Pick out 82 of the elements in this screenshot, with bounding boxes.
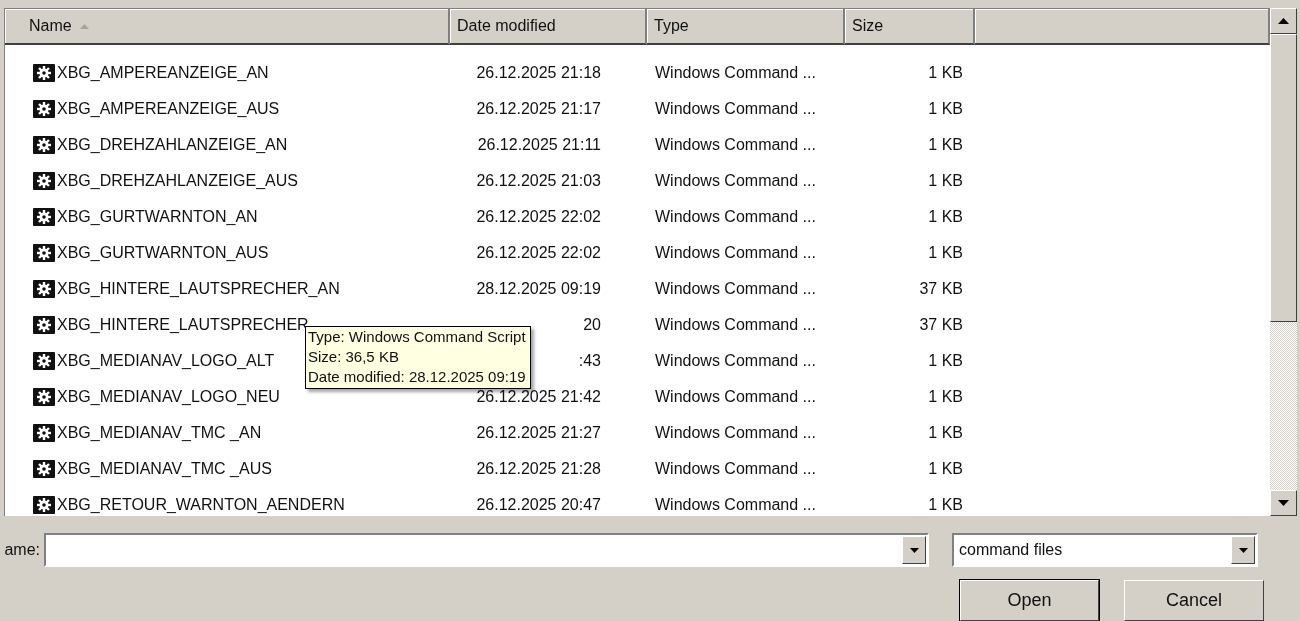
gear-icon	[33, 172, 55, 190]
sort-arrow-icon	[79, 23, 89, 29]
size-cell-text: 1 KB	[927, 208, 964, 226]
size-cell-text: 1 KB	[927, 424, 964, 442]
size-cell-text: 37 KB	[918, 316, 964, 334]
file-name[interactable]: XBG_MEDIANAV_LOGO_NEU	[5, 388, 450, 406]
gear-icon	[33, 316, 55, 334]
column-header[interactable]: Type	[647, 9, 845, 45]
date-cell-text: 26.12.2025 21:03	[475, 172, 602, 190]
date-cell-text: 26.12.2025 22:02	[475, 208, 602, 226]
date-cell-text: :43	[577, 352, 602, 370]
date-cell-text: 26.12.2025 20:47	[475, 496, 602, 514]
gear-icon	[33, 460, 55, 478]
gear-icon	[33, 244, 55, 262]
size-cell-text: 37 KB	[918, 280, 964, 298]
gear-icon	[33, 208, 55, 226]
down-arrow-icon	[1278, 500, 1289, 506]
caret-icon	[909, 547, 919, 553]
file-name[interactable]: XBG_AMPEREANZEIGE_AUS	[5, 100, 450, 118]
gear-icon	[33, 100, 55, 118]
open-button[interactable]: Open	[960, 580, 1099, 621]
scroll-up-button[interactable]	[1270, 8, 1297, 34]
column-header[interactable]: Size	[845, 9, 975, 45]
type-cell-text: Windows Command ...	[654, 172, 817, 190]
type-cell-text: Windows Command ...	[654, 244, 817, 262]
gear-icon	[33, 424, 55, 442]
file-name[interactable]: XBG_MEDIANAV_TMC _AN	[5, 424, 450, 442]
scroll-thumb[interactable]	[1270, 34, 1297, 322]
type-cell-text: Windows Command ...	[654, 496, 817, 514]
scrollbar[interactable]	[1270, 8, 1297, 516]
size-cell-text: 1 KB	[927, 64, 964, 82]
file-name[interactable]: XBG_AMPEREANZEIGE_AN	[5, 64, 450, 82]
type-cell-text: Windows Command ...	[654, 352, 817, 370]
size-cell-text: 1 KB	[927, 136, 964, 154]
type-cell-text: Windows Command ...	[654, 280, 817, 298]
gear-icon	[33, 64, 55, 82]
file-name[interactable]: XBG_RETOUR_WARNTON_AENDERN	[5, 496, 450, 514]
date-cell-text: 26.12.2025 21:11	[476, 136, 602, 154]
dropdown-button[interactable]	[902, 536, 926, 564]
type-cell-text: Windows Command ...	[654, 388, 817, 406]
gear-icon	[33, 352, 55, 370]
size-cell-text: 1 KB	[927, 244, 964, 262]
tooltip: Type: Windows Command Script Size: 36,5 KB Date modified: 28.12.2025 09:19	[305, 326, 531, 389]
date-cell-text: 26.12.2025 21:18	[475, 64, 602, 82]
file-name[interactable]: XBG_GURTWARNTON_AN	[5, 208, 450, 226]
file-name-label: ame:	[3, 541, 41, 559]
file-name[interactable]: XBG_DREHZAHLANZEIGE_AUS	[5, 172, 450, 190]
file-name-field[interactable]	[44, 533, 929, 567]
file-name[interactable]: XBG_HINTERE_LAUTSPRECHER_AN	[5, 280, 450, 298]
gear-icon	[33, 136, 55, 154]
type-cell-text: Windows Command ...	[654, 64, 817, 82]
date-cell-text: 26.12.2025 21:42	[475, 388, 602, 406]
scroll-down-button[interactable]	[1270, 490, 1297, 516]
up-arrow-icon	[1278, 18, 1289, 24]
size-cell-text: 1 KB	[927, 172, 964, 190]
size-cell-text: 1 KB	[927, 388, 964, 406]
size-cell-text: 1 KB	[927, 496, 964, 514]
type-cell-text: Windows Command ...	[654, 460, 817, 478]
size-cell-text: 1 KB	[927, 100, 964, 118]
type-cell-text: Windows Command ...	[654, 100, 817, 118]
type-cell-text: Windows Command ...	[654, 424, 817, 442]
date-cell-text: 26.12.2025 21:27	[475, 424, 602, 442]
size-cell-text: 1 KB	[927, 352, 964, 370]
size-cell-text: 1 KB	[927, 460, 964, 478]
file-name[interactable]: XBG_MEDIANAV_TMC _AUS	[5, 460, 450, 478]
type-cell-text: Windows Command ...	[654, 316, 817, 334]
date-cell-text: 26.12.2025 21:17	[475, 100, 602, 118]
file-name[interactable]: XBG_DREHZAHLANZEIGE_AN	[5, 136, 450, 154]
date-cell-text: 26.12.2025 22:02	[475, 244, 602, 262]
gear-icon	[33, 280, 55, 298]
cancel-button[interactable]: Cancel	[1124, 580, 1264, 621]
date-cell-text: 20	[582, 316, 602, 334]
file-name[interactable]: XBG_GURTWARNTON_AUS	[5, 244, 450, 262]
column-header[interactable]: Name	[5, 9, 450, 45]
file-type-dropdown[interactable]: command files	[952, 533, 1258, 567]
type-cell-text: Windows Command ...	[654, 208, 817, 226]
caret-icon	[1238, 547, 1248, 553]
column-header[interactable]: Date modified	[450, 9, 647, 45]
date-cell-text: 28.12.2025 09:19	[475, 280, 602, 298]
date-cell-text: 26.12.2025 21:28	[475, 460, 602, 478]
gear-icon	[33, 388, 55, 406]
type-cell-text: Windows Command ...	[654, 136, 817, 154]
